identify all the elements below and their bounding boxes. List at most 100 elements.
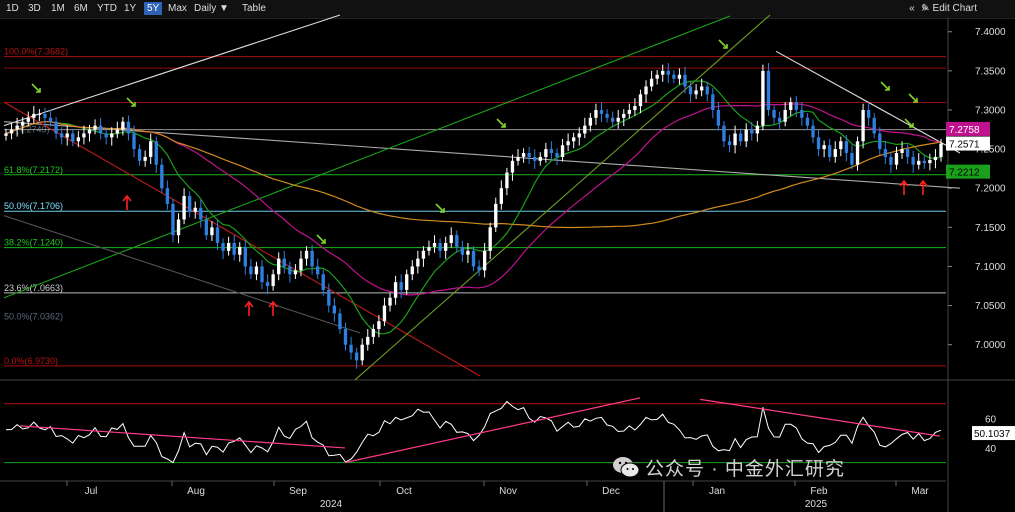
candle-body: [304, 250, 309, 259]
candle-body: [599, 109, 604, 114]
candle-body: [210, 227, 214, 236]
candle-body: [338, 313, 342, 330]
candle-body: [727, 141, 732, 146]
trendline: [3, 14, 341, 127]
candle-body: [560, 145, 565, 157]
candle-body: [466, 250, 470, 255]
candle-body: [293, 270, 298, 275]
price-chart[interactable]: 100.0%(7.3682) 61.8%(7.2172) 50.0%(7.1706)…: [0, 0, 1015, 512]
candle-body: [393, 282, 398, 298]
candle-body: [249, 266, 253, 275]
candle-body: [104, 133, 108, 138]
candle-body: [76, 137, 81, 142]
candle-body: [544, 149, 548, 157]
candle-body: [666, 70, 670, 75]
x-tick-label: Oct: [396, 486, 412, 497]
candle-body: [26, 117, 30, 122]
candle-body: [610, 117, 615, 122]
candle-body: [655, 74, 659, 79]
candle-body: [238, 246, 242, 255]
candle-body: [661, 70, 665, 75]
candle-body: [388, 297, 392, 306]
candle-body: [605, 113, 609, 118]
candle-body: [43, 113, 47, 118]
candle-body: [917, 160, 921, 165]
candle-body: [510, 160, 515, 173]
candle-body: [87, 129, 92, 134]
candle-body: [872, 117, 876, 134]
candle-body: [755, 125, 760, 134]
candle-body: [828, 145, 832, 157]
candle-body: [883, 149, 888, 157]
red-arrow-icon: [899, 179, 909, 195]
candle-body: [399, 282, 403, 290]
candle-body: [149, 141, 153, 157]
candle-body: [438, 242, 442, 251]
candle-body: [349, 344, 353, 353]
green-arrow-icon: [908, 93, 918, 103]
candle-body: [850, 153, 854, 165]
candle-body: [694, 90, 698, 95]
candle-body: [566, 141, 570, 146]
candle-body: [627, 109, 632, 114]
candle-body: [243, 246, 247, 267]
candle-body: [460, 246, 465, 255]
candle-body: [215, 227, 220, 243]
candle-body: [700, 86, 704, 91]
candle-body: [254, 266, 259, 275]
faded-label: 50.0%(7.0362): [4, 311, 63, 321]
rsi-trendline: [699, 398, 941, 437]
y-axis: 7.40007.35007.30007.25007.20007.15007.10…: [948, 27, 1006, 351]
candle-body: [421, 250, 426, 259]
candle-body: [683, 74, 687, 87]
candle-body: [644, 86, 648, 95]
y-tick-label: 7.4000: [975, 27, 1006, 38]
candle-body: [182, 196, 186, 220]
candle-body: [649, 78, 654, 87]
candle-body: [204, 219, 209, 236]
candle-body: [733, 133, 737, 146]
red-arrow-icon: [268, 300, 278, 316]
candle-body: [455, 235, 459, 247]
candle-body: [9, 129, 14, 134]
candle-body: [327, 289, 331, 306]
rsi-badge-label: 50.1037: [974, 429, 1011, 440]
moving-average-line: [5, 80, 942, 335]
candle-body: [416, 258, 420, 267]
candle-body: [366, 336, 370, 345]
candle-body: [844, 141, 849, 154]
candle-body: [494, 203, 498, 228]
red-arrow-icon: [122, 194, 132, 210]
candle-body: [360, 344, 364, 361]
candle-body: [789, 102, 793, 110]
y-tick-label: 7.3000: [975, 105, 1006, 116]
y-tick-label: 7.1500: [975, 223, 1006, 234]
candle-body: [332, 305, 337, 314]
fib-label: 100.0%(7.3682): [4, 47, 68, 57]
y-tick-label: 7.0000: [975, 340, 1006, 351]
candle-body: [199, 207, 203, 220]
candle-body: [121, 121, 125, 130]
candle-body: [21, 121, 25, 126]
x-year-label: 2024: [320, 499, 343, 510]
candle-body: [315, 266, 320, 275]
candle-body: [928, 160, 932, 164]
x-tick-label: Nov: [499, 486, 517, 497]
rsi-tick-label: 60: [985, 414, 997, 425]
price-badge-label: 7.2571: [949, 140, 980, 151]
candle-body: [866, 109, 871, 118]
candle-body: [716, 109, 721, 126]
candle-body: [833, 149, 837, 157]
candle-body: [299, 258, 303, 271]
candle-body: [900, 149, 904, 154]
candle-body: [577, 133, 581, 138]
candle-body: [677, 74, 682, 79]
candle-body: [377, 321, 381, 330]
green-arrow-icon: [496, 118, 506, 128]
x-tick-label: Feb: [810, 486, 828, 497]
candle-body: [382, 305, 387, 322]
candle-body: [705, 86, 709, 95]
candle-body: [371, 329, 375, 337]
candle-body: [154, 141, 158, 165]
candle-body: [48, 117, 53, 122]
